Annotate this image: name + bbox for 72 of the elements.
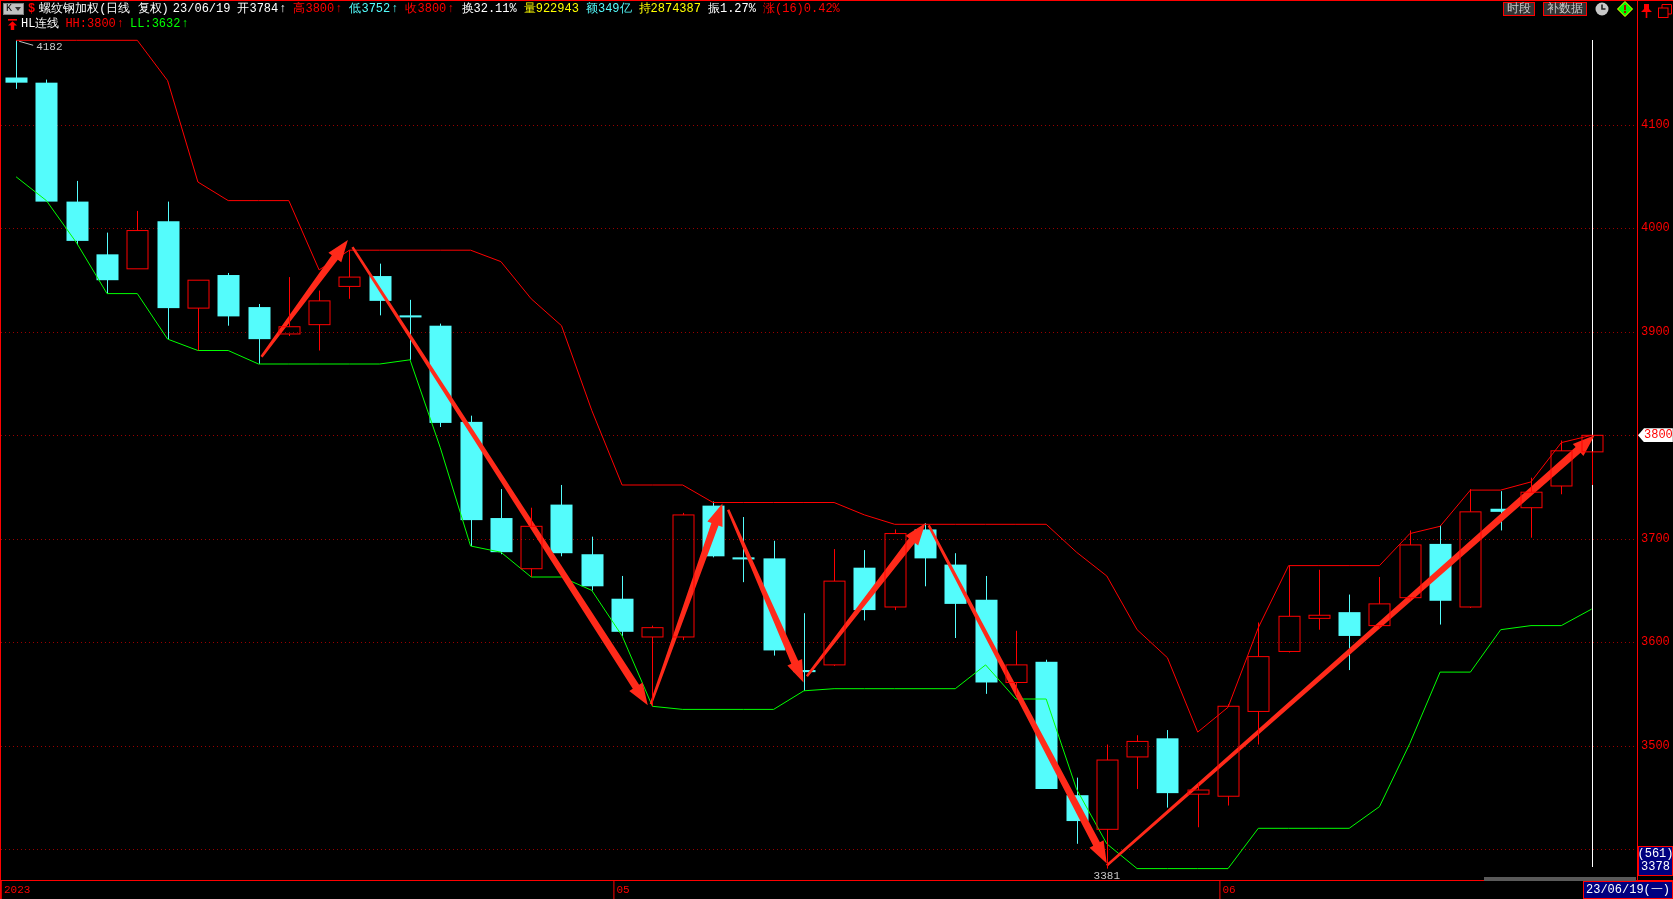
candlestick — [5, 39, 28, 90]
axis-tick-label: 3700 — [1641, 531, 1670, 546]
up-arrow: ↑ — [116, 16, 125, 32]
period-button[interactable]: K — [3, 3, 24, 15]
candlestick — [1520, 477, 1543, 539]
cursor-price: 3378 — [1641, 861, 1670, 874]
high-price-label: 4182 — [36, 41, 63, 54]
axis-date-label: 2023 — [0, 881, 32, 899]
quote-value: 高3800 — [293, 2, 335, 16]
up-arrow: ↑ — [447, 2, 455, 16]
bar-count: (561) — [1637, 848, 1673, 861]
up-arrow: ↑ — [335, 2, 343, 16]
candlestick — [1550, 440, 1573, 495]
quote-value: 涨(16)0.42% — [763, 2, 840, 16]
indicator-value: LL:3632 — [130, 16, 181, 32]
symbol-mark: $ — [28, 2, 36, 16]
candlestick — [490, 488, 513, 555]
restore-window-icon[interactable] — [1658, 4, 1672, 18]
axis-date-label: 05 — [613, 881, 631, 899]
quote-value: 开3784 — [237, 2, 279, 16]
quote-value: 持2874387 — [638, 2, 701, 16]
up-arrow: ↑ — [181, 16, 189, 32]
candlestick — [1126, 734, 1149, 790]
up-arrow: ↑ — [391, 2, 399, 16]
candlestick — [1005, 630, 1028, 696]
candlestick — [217, 272, 240, 327]
axis-tick-label: 3900 — [1641, 324, 1670, 339]
axis-date-label: 06 — [1219, 881, 1237, 899]
candlestick — [611, 575, 634, 637]
candlestick — [1581, 434, 1604, 486]
axis-tick-label: 3600 — [1641, 635, 1670, 650]
candlestick — [308, 290, 331, 351]
indicator-name: HL连线 — [21, 16, 60, 32]
candlestick — [520, 507, 543, 578]
up-arrow-icon — [8, 18, 17, 30]
price-tag: 3800 — [1638, 428, 1673, 443]
diamond-icon[interactable] — [1617, 1, 1633, 17]
axis-tick-label: 3500 — [1641, 738, 1670, 753]
quote-value: 额349亿 — [585, 2, 632, 16]
scrollbar[interactable] — [1484, 877, 1636, 881]
quote-value: 换32.11% — [461, 2, 517, 16]
quote-date: 23/06/19 — [172, 2, 231, 16]
candlestick — [399, 299, 422, 361]
candlestick — [1308, 569, 1331, 631]
candlestick — [248, 303, 271, 365]
cursor-date: 23/06/19(一) — [1583, 881, 1673, 899]
quote-value: 振1.27% — [707, 2, 756, 16]
leader-line — [18, 40, 34, 46]
candlestick — [1187, 782, 1210, 828]
quote-value: 低3752 — [349, 2, 391, 16]
quote-value: 收3800 — [405, 2, 447, 16]
candlestick — [1399, 529, 1422, 601]
toolbar-button[interactable]: 补数据 — [1543, 2, 1587, 16]
axis-tick-label: 4000 — [1641, 221, 1670, 236]
indicator-value: HH:3800 — [65, 16, 116, 32]
axis-tick-label: 4100 — [1641, 118, 1670, 133]
toolbar-button[interactable]: 时段 — [1503, 2, 1535, 16]
up-arrow: ↑ — [279, 2, 287, 16]
quote-value: 量922943 — [523, 2, 579, 16]
candlestick — [187, 279, 210, 351]
candlestick — [96, 232, 119, 295]
candlestick — [278, 276, 301, 337]
candlestick — [1368, 576, 1391, 630]
low-price-label: 3381 — [1093, 870, 1120, 880]
chart-title: 螺纹钢加权(日线 复权) — [39, 2, 169, 16]
candlestick — [338, 249, 361, 300]
clock-icon[interactable] — [1595, 2, 1609, 16]
candlestick — [581, 536, 604, 591]
candlestick — [66, 180, 89, 246]
caret-icon — [15, 7, 21, 11]
pin-icon[interactable] — [1641, 4, 1652, 18]
candlestick — [126, 210, 149, 270]
